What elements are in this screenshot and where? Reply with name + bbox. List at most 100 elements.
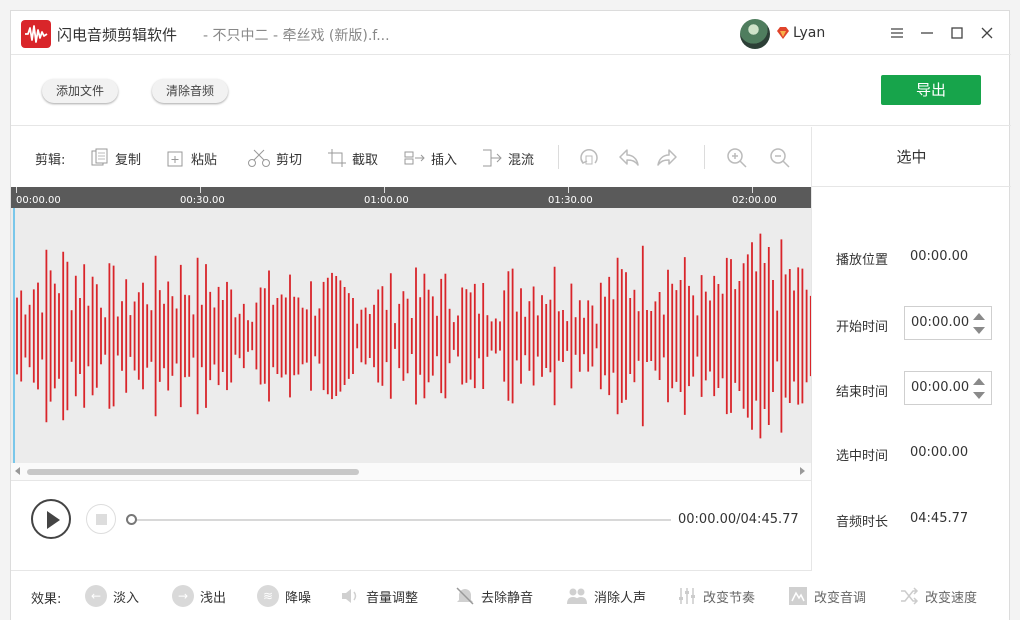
minimize-icon[interactable] <box>917 23 937 43</box>
change-tempo-label: 改变节奏 <box>703 590 756 606</box>
selection-panel: 选中 播放位置 00:00.00 开始时间 00:00.00 结束时间 00:0… <box>811 127 1011 571</box>
people-icon <box>567 588 587 604</box>
scissors-icon <box>248 149 270 167</box>
waveform-area[interactable] <box>11 208 811 463</box>
progress-knob[interactable] <box>126 514 137 525</box>
arrow-right-icon: → <box>172 585 194 607</box>
noise-reduction-label: 降噪 <box>285 590 312 606</box>
pitch-icon <box>789 587 807 605</box>
shuffle-icon <box>901 587 919 605</box>
vip-gem-icon <box>777 27 789 39</box>
change-speed-label: 改变速度 <box>925 590 978 606</box>
duration-label: 音频时长 <box>836 515 889 530</box>
action-bar: 添加文件 清除音频 导出 <box>11 55 1011 126</box>
start-time-label: 开始时间 <box>836 320 889 335</box>
ruler-label: 01:30.00 <box>548 195 593 206</box>
selection-panel-title: 选中 <box>812 127 1011 187</box>
fade-out-button[interactable]: → 浅出 <box>172 585 226 607</box>
mute-icon <box>456 587 474 605</box>
toolbar-divider <box>558 145 559 169</box>
change-pitch-label: 改变音调 <box>814 590 867 606</box>
document-title: - 不只中二 - 牵丝戏 (新版).f... <box>203 28 390 44</box>
end-time-down-icon[interactable] <box>973 392 985 399</box>
playhead[interactable] <box>13 208 15 463</box>
ruler-label: 00:00.00 <box>16 195 61 206</box>
remove-vocals-button[interactable]: 消除人声 <box>566 585 646 607</box>
effects-bar: 效果: ← 淡入 → 浅出 ≋ 降噪 音量调整 去除静音 消除人声 改变节奏 改… <box>11 572 1011 620</box>
zoom-in-icon[interactable] <box>726 147 748 169</box>
close-icon[interactable] <box>977 23 997 43</box>
clear-audio-button[interactable]: 清除音频 <box>152 79 229 103</box>
play-position-label: 播放位置 <box>836 253 889 268</box>
end-time-field[interactable]: 00:00.00 <box>904 371 992 405</box>
equalizer-icon <box>679 588 695 604</box>
change-pitch-button[interactable]: 改变音调 <box>788 585 866 607</box>
add-file-button[interactable]: 添加文件 <box>42 79 119 103</box>
copy-button[interactable]: 复制 <box>90 147 141 169</box>
insert-label: 插入 <box>431 152 458 168</box>
scroll-right-icon[interactable] <box>800 467 805 475</box>
volume-adjust-button[interactable]: 音量调整 <box>340 585 418 607</box>
arrow-left-icon: ← <box>85 585 107 607</box>
crop-icon <box>328 149 346 167</box>
scrollbar-thumb[interactable] <box>27 469 359 475</box>
loop-icon[interactable] <box>578 147 600 169</box>
play-button[interactable] <box>31 499 71 539</box>
ruler-tick <box>384 187 385 193</box>
start-time-up-icon[interactable] <box>973 313 985 320</box>
app-window: 闪电音频剪辑软件 - 不只中二 - 牵丝戏 (新版).f... Lyan 添加文… <box>10 10 1011 620</box>
player-bar: 00:00.00/04:45.77 <box>11 482 811 571</box>
duration-value: 04:45.77 <box>910 511 969 526</box>
change-speed-button[interactable]: 改变速度 <box>899 585 977 607</box>
remove-vocals-label: 消除人声 <box>594 590 647 606</box>
username[interactable]: Lyan <box>793 25 825 41</box>
title-bar: 闪电音频剪辑软件 - 不只中二 - 牵丝戏 (新版).f... Lyan <box>11 11 1011 55</box>
redo-icon[interactable] <box>656 147 678 169</box>
fade-out-label: 浅出 <box>200 590 227 606</box>
insert-button[interactable]: 插入 <box>404 147 457 169</box>
ruler-label: 00:30.00 <box>180 195 225 206</box>
fade-in-button[interactable]: ← 淡入 <box>85 585 139 607</box>
ruler-tick <box>200 187 201 193</box>
end-time-label: 结束时间 <box>836 385 889 400</box>
progress-track[interactable] <box>131 519 671 521</box>
noise-reduction-icon: ≋ <box>257 585 279 607</box>
selected-time-label: 选中时间 <box>836 449 889 464</box>
end-time-value[interactable]: 00:00.00 <box>911 380 969 395</box>
toolbar-divider <box>704 145 705 169</box>
scroll-left-icon[interactable] <box>15 467 20 475</box>
time-readout: 00:00.00/04:45.77 <box>678 512 799 527</box>
copy-icon <box>91 148 108 166</box>
copy-label: 复制 <box>115 152 142 168</box>
change-tempo-button[interactable]: 改变节奏 <box>677 585 755 607</box>
noise-reduction-button[interactable]: ≋ 降噪 <box>257 585 311 607</box>
menu-icon[interactable] <box>887 23 907 43</box>
volume-adjust-label: 音量调整 <box>366 590 419 606</box>
user-avatar[interactable] <box>740 19 770 49</box>
horizontal-scrollbar[interactable] <box>11 463 811 481</box>
undo-icon[interactable] <box>618 147 640 169</box>
ruler-label: 02:00.00 <box>732 195 777 206</box>
mix-label: 混流 <box>508 152 535 168</box>
ruler-label: 01:00.00 <box>364 195 409 206</box>
remove-silence-button[interactable]: 去除静音 <box>455 585 533 607</box>
start-time-field[interactable]: 00:00.00 <box>904 306 992 340</box>
edit-label: 剪辑: <box>35 153 66 168</box>
crop-button[interactable]: 截取 <box>327 147 378 169</box>
cut-button[interactable]: 剪切 <box>247 147 302 169</box>
timeline-ruler[interactable]: 00:00.00 00:30.00 01:00.00 01:30.00 02:0… <box>11 187 811 208</box>
mix-button[interactable]: 混流 <box>481 147 534 169</box>
cut-label: 剪切 <box>276 152 303 168</box>
zoom-out-icon[interactable] <box>769 147 791 169</box>
maximize-icon[interactable] <box>947 23 967 43</box>
effects-label: 效果: <box>31 592 62 607</box>
start-time-value[interactable]: 00:00.00 <box>911 315 969 330</box>
stop-button[interactable] <box>86 504 116 534</box>
start-time-down-icon[interactable] <box>973 327 985 334</box>
paste-button[interactable]: 粘贴 <box>166 147 217 169</box>
edit-toolbar: 剪辑: 复制 粘贴 剪切 截取 插入 混流 <box>11 127 811 187</box>
ruler-tick <box>16 187 17 193</box>
end-time-up-icon[interactable] <box>973 378 985 385</box>
remove-silence-label: 去除静音 <box>481 590 534 606</box>
export-button[interactable]: 导出 <box>881 75 981 105</box>
